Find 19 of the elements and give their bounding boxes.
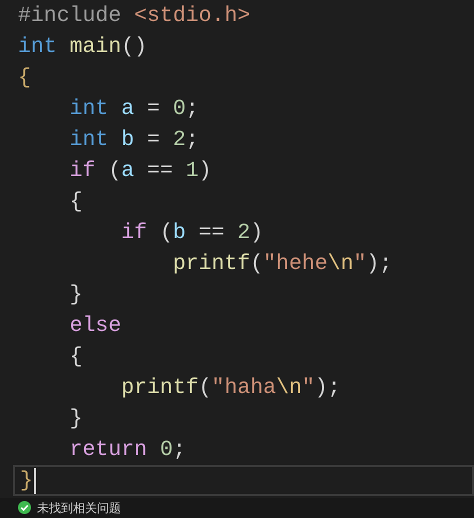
code-line: if (a == 1) xyxy=(68,158,212,182)
code-line: { xyxy=(68,190,83,214)
code-line: int a = 0; xyxy=(68,96,199,120)
code-line: int b = 2; xyxy=(68,128,199,152)
code-line: } xyxy=(20,468,33,492)
code-line: { xyxy=(18,66,31,90)
code-line: printf("haha\n"); xyxy=(120,376,341,400)
code-line: return 0; xyxy=(68,438,186,462)
code-line: { xyxy=(68,344,83,368)
status-text: 未找到相关问题 xyxy=(37,501,121,515)
code-line: else xyxy=(68,314,122,338)
code-line: printf("hehe\n"); xyxy=(172,252,392,276)
check-icon xyxy=(18,501,31,514)
code-line: } xyxy=(68,406,83,430)
code-line: if (b == 2) xyxy=(120,220,264,244)
text-cursor xyxy=(34,468,36,494)
code-line: } xyxy=(68,282,83,306)
code-line: int main() xyxy=(18,34,148,58)
code-line: #include <stdio.h> xyxy=(18,4,250,28)
